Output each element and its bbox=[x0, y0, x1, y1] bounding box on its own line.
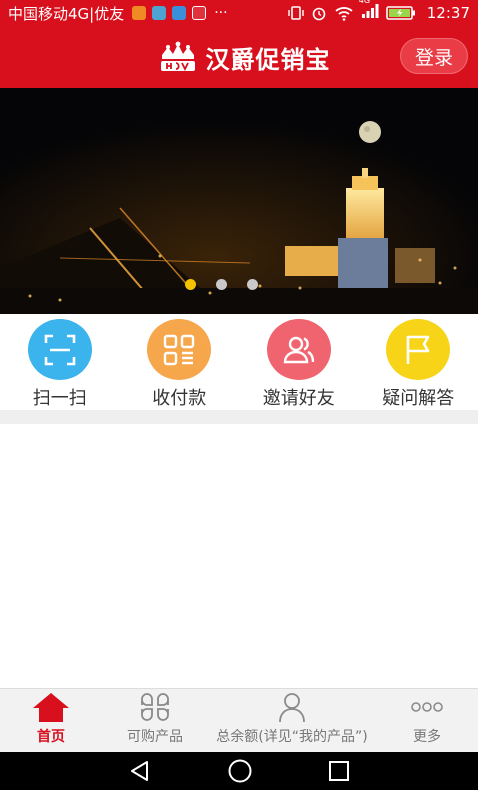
quick-action-payment[interactable]: 收付款 bbox=[120, 314, 240, 410]
quick-action-faq[interactable]: 疑问解答 bbox=[359, 314, 478, 410]
back-icon[interactable] bbox=[128, 759, 152, 783]
tab-label: 更多 bbox=[413, 729, 441, 745]
login-button[interactable]: 登录 bbox=[400, 38, 468, 74]
more-icon bbox=[411, 702, 443, 712]
wifi-icon bbox=[335, 7, 353, 21]
alarm-icon bbox=[312, 7, 326, 21]
tab-label: 总余额(详见“我的产品”) bbox=[216, 729, 368, 745]
scan-icon bbox=[44, 334, 76, 365]
section-divider bbox=[0, 410, 478, 424]
status-bar: 中国移动4G|优友 ··· 4G 12:37 bbox=[0, 0, 478, 26]
battery-icon bbox=[385, 6, 415, 20]
quick-action-invite[interactable]: 邀请好友 bbox=[239, 314, 359, 410]
quick-actions: 扫一扫 收付款 邀请好友 疑问解答 bbox=[0, 314, 478, 410]
crown-logo-icon bbox=[160, 41, 195, 72]
home-circle-icon[interactable] bbox=[227, 758, 253, 784]
app-header: 汉爵促销宝 登录 bbox=[0, 26, 478, 88]
carousel-dot[interactable] bbox=[246, 279, 258, 290]
qr-icon-circle bbox=[147, 319, 212, 380]
notification-message-icon bbox=[172, 6, 187, 20]
bottom-tab-bar: 首页 可购产品 总余额(详见“我的产品”) 更多 bbox=[0, 688, 478, 752]
carousel-dot-active[interactable] bbox=[184, 279, 196, 290]
tab-label: 首页 bbox=[37, 729, 65, 745]
tab-home[interactable]: 首页 bbox=[0, 689, 102, 752]
notification-app-icon bbox=[152, 6, 167, 20]
overflow-indicator: ··· bbox=[214, 5, 228, 21]
notification-app-icon bbox=[132, 6, 147, 20]
notification-icons bbox=[132, 6, 207, 20]
carousel-indicator bbox=[0, 279, 460, 290]
scan-icon-circle bbox=[27, 319, 92, 380]
quick-action-scan[interactable]: 扫一扫 bbox=[0, 314, 120, 410]
cell-signal-icon: 4G bbox=[358, 0, 379, 23]
app-title: 汉爵促销宝 bbox=[205, 45, 331, 74]
brand: 汉爵促销宝 bbox=[158, 40, 331, 75]
quick-action-label: 收付款 bbox=[152, 388, 207, 409]
users-icon bbox=[283, 336, 314, 363]
users-icon-circle bbox=[266, 319, 331, 380]
flag-icon-circle bbox=[386, 319, 451, 380]
quick-action-label: 扫一扫 bbox=[32, 388, 87, 409]
home-icon bbox=[33, 693, 69, 722]
clock: 12:37 bbox=[426, 4, 470, 22]
qr-code-icon bbox=[164, 334, 195, 365]
system-nav-bar bbox=[0, 752, 478, 790]
recents-icon[interactable] bbox=[328, 760, 350, 782]
quick-action-label: 邀请好友 bbox=[262, 388, 335, 409]
notification-huawei-icon bbox=[192, 6, 207, 20]
grid-icon bbox=[141, 693, 169, 721]
tab-label: 可购产品 bbox=[127, 729, 183, 745]
network-type-label: 4G bbox=[358, 0, 371, 5]
vibrate-icon bbox=[288, 6, 304, 20]
person-icon bbox=[279, 693, 305, 723]
tab-balance[interactable]: 总余额(详见“我的产品”) bbox=[208, 689, 376, 752]
tab-products[interactable]: 可购产品 bbox=[102, 689, 208, 752]
tab-more[interactable]: 更多 bbox=[376, 689, 478, 752]
carrier-label: 中国移动4G|优友 bbox=[8, 4, 125, 23]
quick-action-label: 疑问解答 bbox=[382, 388, 455, 409]
carousel-dot[interactable] bbox=[215, 279, 227, 290]
flag-icon bbox=[406, 335, 430, 364]
